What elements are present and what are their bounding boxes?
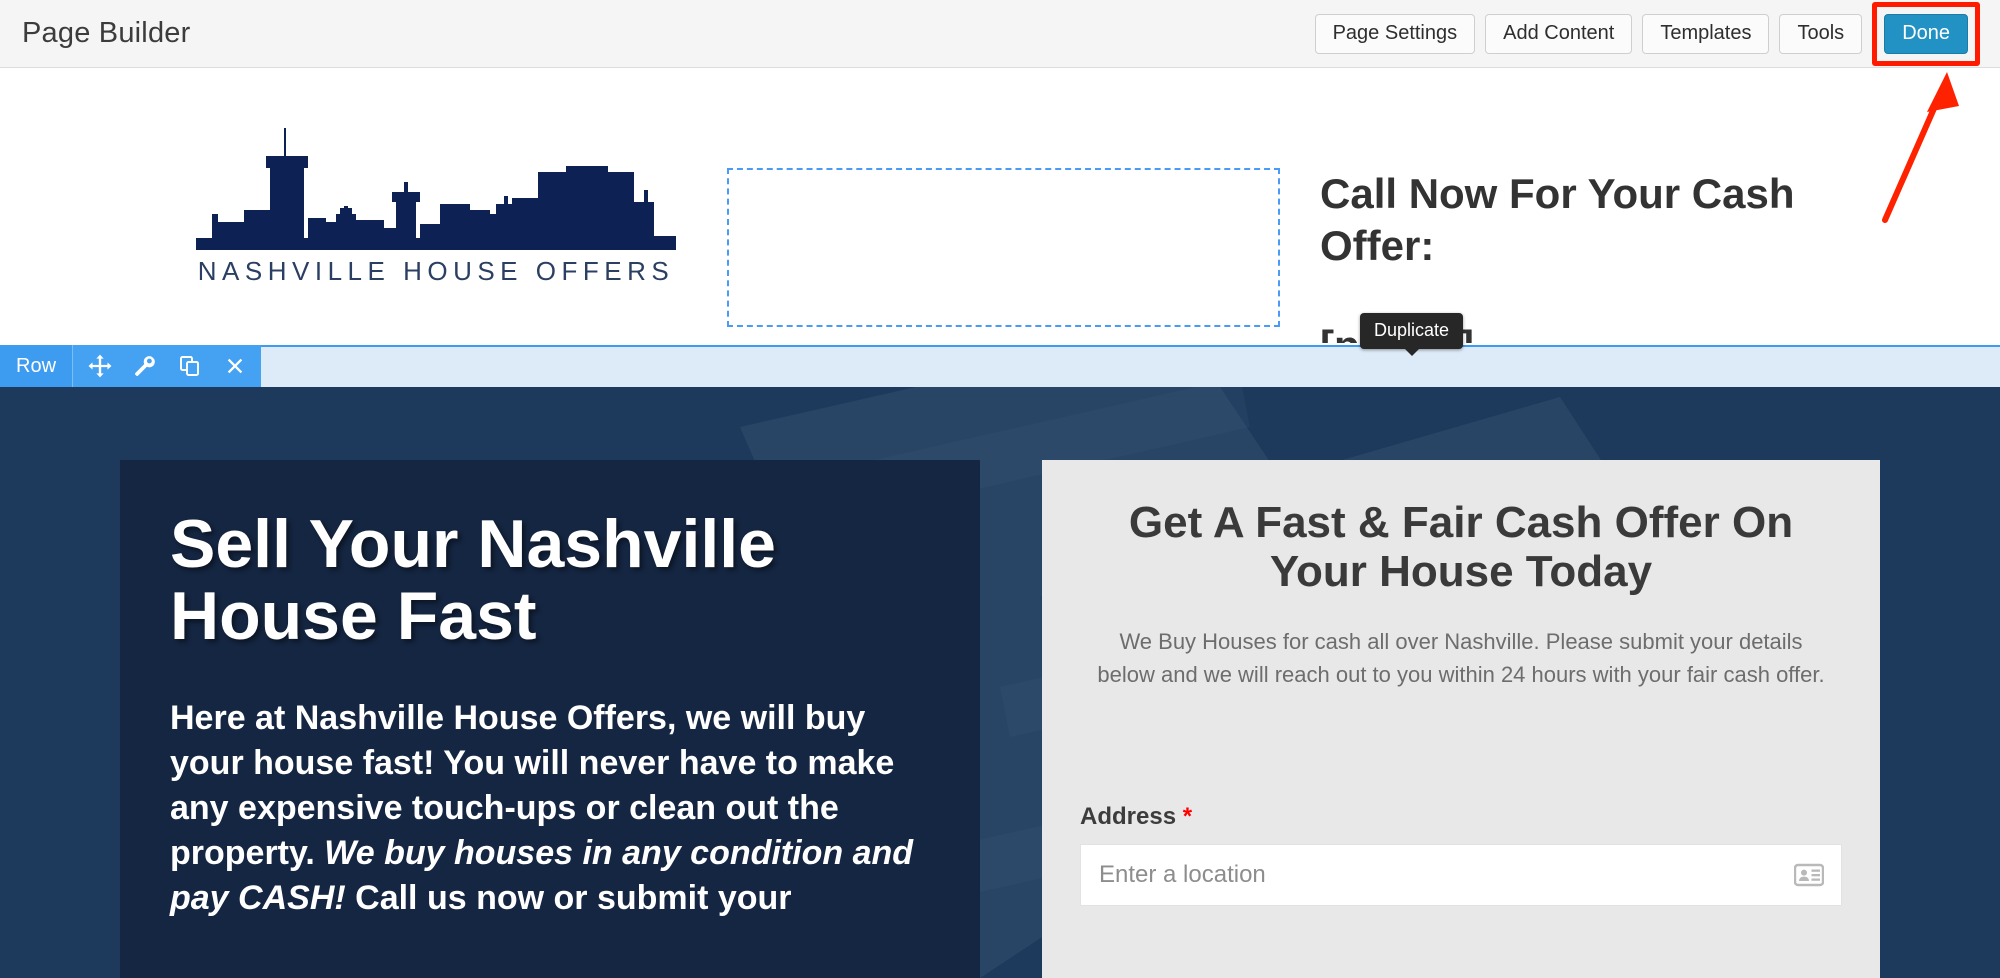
logo-wordmark: NASHVILLE HOUSE OFFERS [197, 256, 675, 286]
empty-module-placeholder[interactable] [727, 168, 1280, 327]
page-header-section: NASHVILLE HOUSE OFFERS Call Now For Your… [0, 68, 2000, 343]
required-asterisk: * [1182, 802, 1193, 830]
tools-button[interactable]: Tools [1779, 13, 1863, 54]
row-tool-group[interactable] [72, 345, 262, 387]
nashville-skyline-icon [196, 128, 676, 250]
row-selection-band[interactable] [0, 345, 2000, 387]
page-builder-admin-bar: Page Builder Page Settings Add Content T… [0, 0, 2000, 68]
address-input[interactable] [1081, 860, 1794, 889]
move-icon[interactable] [77, 345, 122, 387]
admin-action-group: Page Settings Add Content Templates Tool… [1314, 1, 1986, 66]
duplicate-tooltip: Duplicate [1360, 313, 1464, 356]
close-icon[interactable] [212, 345, 257, 387]
hero-paragraph: Here at Nashville House Offers, we will … [170, 696, 930, 920]
address-label: Address * [1080, 803, 1842, 831]
hero-text-panel[interactable]: Sell Your Nashville House Fast Here at N… [120, 460, 980, 978]
row-toolbar[interactable]: Row [0, 345, 262, 387]
hero-content: Sell Your Nashville House Fast Here at N… [120, 460, 1880, 978]
contact-card-icon[interactable] [1794, 863, 1824, 887]
wrench-icon[interactable] [122, 345, 167, 387]
lead-form-card[interactable]: Get A Fast & Fair Cash Offer On Your Hou… [1042, 460, 1880, 978]
page-settings-button[interactable]: Page Settings [1314, 13, 1476, 54]
address-label-text: Address [1080, 802, 1177, 830]
form-subtitle: We Buy Houses for cash all over Nashvill… [1097, 628, 1825, 687]
duplicate-icon[interactable] [167, 345, 212, 387]
hero-heading: Sell Your Nashville House Fast [170, 506, 776, 655]
site-logo[interactable]: NASHVILLE HOUSE OFFERS [196, 110, 676, 287]
call-now-heading: Call Now For Your Cash Offer: [1320, 170, 1795, 270]
hero-paragraph-part2: Call us now or submit your [345, 878, 792, 917]
done-button[interactable]: Done [1884, 13, 1968, 54]
templates-button[interactable]: Templates [1642, 13, 1770, 54]
address-input-wrapper[interactable] [1080, 843, 1842, 906]
add-content-button[interactable]: Add Content [1485, 13, 1633, 54]
row-label: Row [0, 345, 73, 387]
done-button-highlight: Done [1872, 1, 1980, 66]
form-title: Get A Fast & Fair Cash Offer On Your Hou… [1128, 498, 1794, 597]
tooltip-label: Duplicate [1374, 320, 1450, 340]
address-field-group: Address * [1080, 803, 1842, 906]
page-title: Page Builder [22, 17, 191, 49]
hero-section: Sell Your Nashville House Fast Here at N… [0, 387, 2000, 978]
